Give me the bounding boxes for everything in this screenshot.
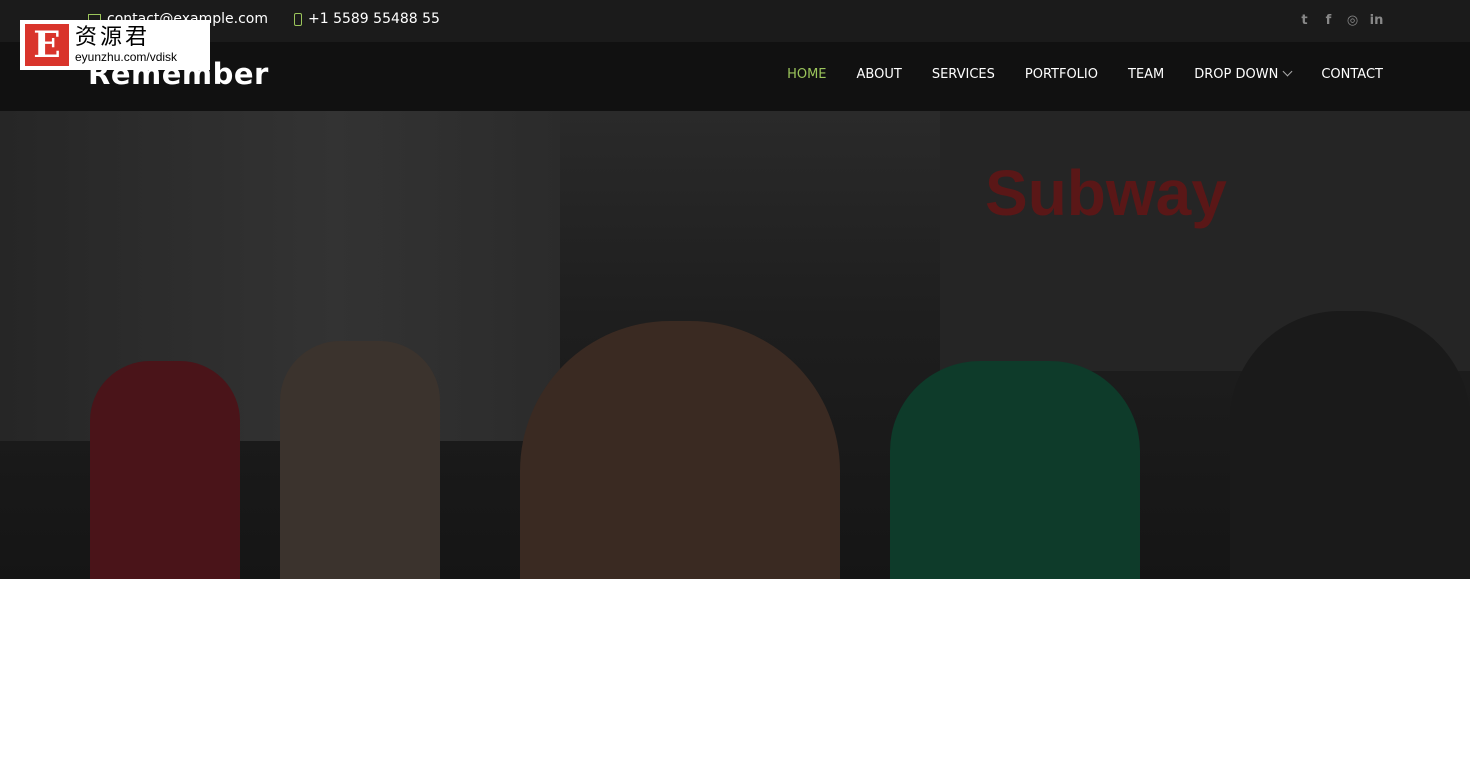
watermark-logo: E 资源君 eyunzhu.com/vdisk (20, 20, 210, 70)
facebook-icon[interactable]: f (1321, 13, 1336, 28)
main-nav: HOME ABOUT SERVICES PORTFOLIO TEAM DROP … (787, 66, 1383, 82)
nav-about[interactable]: ABOUT (857, 67, 902, 82)
person (520, 321, 840, 579)
phone-link[interactable]: +1 5589 55488 55 (294, 11, 440, 27)
nav-home[interactable]: HOME (787, 67, 826, 82)
twitter-icon[interactable]: t (1297, 13, 1312, 28)
header: Remember HOME ABOUT SERVICES PORTFOLIO T… (0, 42, 1470, 111)
nav-services[interactable]: SERVICES (932, 67, 995, 82)
person (890, 361, 1140, 579)
top-bar: contact@example.com +1 5589 55488 55 t f… (0, 0, 1470, 42)
nav-dropdown[interactable]: DROP DOWN (1194, 66, 1293, 82)
chevron-down-icon (1282, 66, 1293, 77)
person (90, 361, 240, 579)
subway-sign: Subway (985, 157, 1227, 229)
person (1230, 311, 1470, 579)
linkedin-icon[interactable]: in (1369, 13, 1384, 28)
social-links: t f ◎ in (1297, 13, 1384, 28)
phone-icon (294, 12, 302, 26)
nav-team[interactable]: TEAM (1128, 67, 1164, 82)
watermark-title: 资源君 (75, 25, 151, 50)
instagram-icon[interactable]: ◎ (1345, 13, 1360, 28)
person (280, 341, 440, 579)
nav-portfolio[interactable]: PORTFOLIO (1025, 67, 1098, 82)
hero-image: Subway (0, 111, 1470, 579)
watermark-url: eyunzhu.com/vdisk (75, 50, 178, 64)
nav-contact[interactable]: CONTACT (1321, 67, 1383, 82)
watermark-letter: E (25, 24, 69, 66)
